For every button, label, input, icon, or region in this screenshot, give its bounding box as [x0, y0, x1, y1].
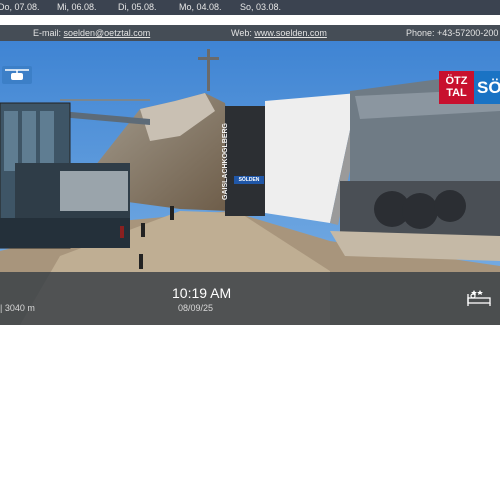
contact-info-bar: E-mail: soelden@oetztal.com Web: www.soe…: [0, 25, 500, 41]
phone-info: Phone: +43-57200-200: [406, 28, 499, 38]
history-day-link[interactable]: So, 03.08.: [240, 2, 281, 12]
web-info: Web: www.soelden.com: [231, 28, 327, 38]
altitude-label: | 3040 m: [0, 303, 35, 313]
capture-date: 08/09/25: [178, 303, 214, 313]
web-label: Web:: [231, 28, 255, 38]
station-name-sign: GAISLACHKOGLBERG: [222, 123, 229, 200]
bed-icon[interactable]: [466, 289, 494, 314]
brand-red-text: ÖTZ TAL: [445, 75, 468, 99]
history-day-link[interactable]: Mo, 04.08.: [179, 2, 222, 12]
web-link[interactable]: www.soelden.com: [254, 28, 327, 38]
ski-lift-icon[interactable]: [2, 66, 32, 89]
email-info: E-mail: soelden@oetztal.com: [33, 28, 150, 38]
webcam-info-overlay: [0, 272, 500, 325]
history-day-link[interactable]: Di, 05.08.: [118, 2, 157, 12]
email-link[interactable]: soelden@oetztal.com: [64, 28, 151, 38]
oetztal-logo: ÖTZ TAL: [439, 71, 474, 104]
capture-time: 10:19 AM: [172, 285, 232, 301]
email-label: E-mail:: [33, 28, 64, 38]
history-day-link[interactable]: Mi, 06.08.: [57, 2, 97, 12]
history-day-link[interactable]: Do, 07.08.: [0, 2, 40, 12]
soelden-logo: SÖ: [474, 71, 500, 104]
webcam-history-bar: Do, 07.08. Mi, 06.08. Di, 05.08. Mo, 04.…: [0, 0, 500, 15]
soelden-sign: SÖLDEN: [234, 176, 264, 184]
spacer: [0, 15, 500, 25]
